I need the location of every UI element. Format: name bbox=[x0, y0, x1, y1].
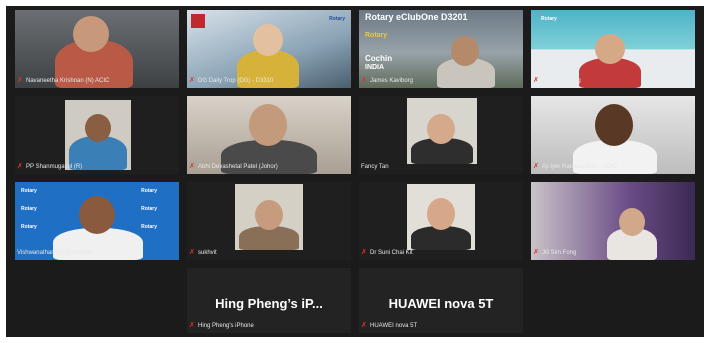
mic-muted-icon: ✗ bbox=[189, 248, 195, 256]
participant-name: ✗ Aji Iyer Ranganathan - ACIC bbox=[533, 162, 618, 170]
participant-name: ✗ Navaneetha Krishnan (N) ACIC bbox=[17, 76, 110, 84]
participant-name: Fancy Tan bbox=[361, 164, 389, 170]
participant-tile[interactable]: ✗ Dr Suni Chai Kit bbox=[359, 182, 523, 260]
rotary-logo: Rotary bbox=[141, 224, 157, 230]
participant-head bbox=[427, 198, 455, 230]
participant-name: Vishwanathan Vaidyanathan bbox=[17, 250, 93, 256]
participant-tile-active-speaker[interactable]: ✗ Aji Iyer Ranganathan - ACIC bbox=[531, 96, 695, 174]
participant-head bbox=[79, 196, 115, 234]
rotary-logo: Rotary bbox=[329, 16, 345, 22]
participant-grid: ✗ Navaneetha Krishnan (N) ACIC Rotary ✗ DG… bbox=[15, 10, 695, 333]
participant-name: ✗ Hing Pheng's iPhone bbox=[189, 321, 254, 329]
mic-muted-icon: ✗ bbox=[533, 162, 539, 170]
mic-muted-icon: ✗ bbox=[361, 248, 367, 256]
participant-head bbox=[73, 16, 109, 52]
participant-tile[interactable]: Fancy Tan bbox=[359, 96, 523, 174]
mic-muted-icon: ✗ bbox=[189, 76, 195, 84]
rotary-logo: Rotary bbox=[141, 188, 157, 194]
banner-brand: Rotary bbox=[365, 32, 388, 39]
participant-head bbox=[451, 36, 479, 66]
participant-tile[interactable]: ✗ Navaneetha Krishnan (N) ACIC bbox=[15, 10, 179, 88]
participant-name: ✗ PP Shanmugavel (R) bbox=[17, 162, 83, 170]
participant-head bbox=[595, 104, 633, 146]
participant-head bbox=[255, 200, 283, 230]
participant-name: ✗ Abhi Devashetal Patel (Johor) bbox=[189, 162, 278, 170]
participant-tile-no-video[interactable]: Hing Pheng’s iP... ✗ Hing Pheng's iPhone bbox=[187, 268, 351, 333]
video-call-window: ✗ Navaneetha Krishnan (N) ACIC Rotary ✗ DG… bbox=[6, 6, 704, 337]
participant-tile-no-video[interactable]: HUAWEI nova 5T ✗ HUAWEI nova 5T bbox=[359, 268, 523, 333]
mic-muted-icon: ✗ bbox=[189, 321, 195, 329]
participant-head bbox=[595, 34, 625, 64]
participant-name: ✗ DG Daily Trop (DG) - D3310 bbox=[189, 76, 274, 84]
participant-name: ✗ James Kaviborg bbox=[361, 76, 414, 84]
banner-country: INDIA bbox=[365, 64, 385, 71]
rotary-logo: Rotary bbox=[541, 16, 557, 22]
rotary-logo: Rotary bbox=[21, 224, 37, 230]
rotary-logo: Rotary bbox=[21, 188, 37, 194]
participant-tile[interactable]: ✗ Abhi Devashetal Patel (Johor) bbox=[187, 96, 351, 174]
participant-name: ✗ Dr Suni Chai Kit bbox=[361, 248, 413, 256]
participant-name: ✗ sukhvit bbox=[189, 248, 217, 256]
mic-muted-icon: ✗ bbox=[533, 76, 539, 84]
participant-tile[interactable]: ✗ sukhvit bbox=[187, 182, 351, 260]
mic-muted-icon: ✗ bbox=[533, 248, 539, 256]
mic-muted-icon: ✗ bbox=[361, 76, 367, 84]
rotary-logo: Rotary bbox=[21, 206, 37, 212]
participant-tile[interactable]: Rotary Rotary Rotary Rotary Rotary Rotar… bbox=[15, 182, 179, 260]
participant-display-name: Hing Pheng’s iP... bbox=[215, 296, 323, 311]
participant-head bbox=[85, 114, 111, 142]
mic-muted-icon: ✗ bbox=[361, 321, 367, 329]
participant-tile[interactable]: Rotary ✗ DG Daily Trop (DG) - D3310 bbox=[187, 10, 351, 88]
participant-tile[interactable]: ✗ PP Shanmugavel (R) bbox=[15, 96, 179, 174]
participant-head bbox=[253, 24, 283, 56]
participant-name: ✗ Angeline Fong bbox=[533, 76, 581, 84]
participant-head bbox=[427, 114, 455, 144]
participant-tile[interactable]: Rotary eClubOne D3201 Rotary Cochin INDI… bbox=[359, 10, 523, 88]
participant-name: ✗ Jill Sim Fong bbox=[533, 248, 577, 256]
participant-head bbox=[619, 208, 645, 236]
rotary-logo: Rotary bbox=[141, 206, 157, 212]
mic-muted-icon: ✗ bbox=[189, 162, 195, 170]
participant-head bbox=[249, 104, 287, 146]
banner-city: Cochin bbox=[365, 54, 393, 63]
mic-muted-icon: ✗ bbox=[17, 76, 23, 84]
participant-name: ✗ HUAWEI nova 5T bbox=[361, 321, 418, 329]
club-logo-icon bbox=[191, 14, 205, 28]
participant-tile[interactable]: Rotary ✗ Angeline Fong bbox=[531, 10, 695, 88]
mic-muted-icon: ✗ bbox=[17, 162, 23, 170]
participant-display-name: HUAWEI nova 5T bbox=[388, 296, 494, 311]
banner-title: Rotary eClubOne D3201 bbox=[365, 12, 468, 22]
participant-tile[interactable]: ✗ Jill Sim Fong bbox=[531, 182, 695, 260]
